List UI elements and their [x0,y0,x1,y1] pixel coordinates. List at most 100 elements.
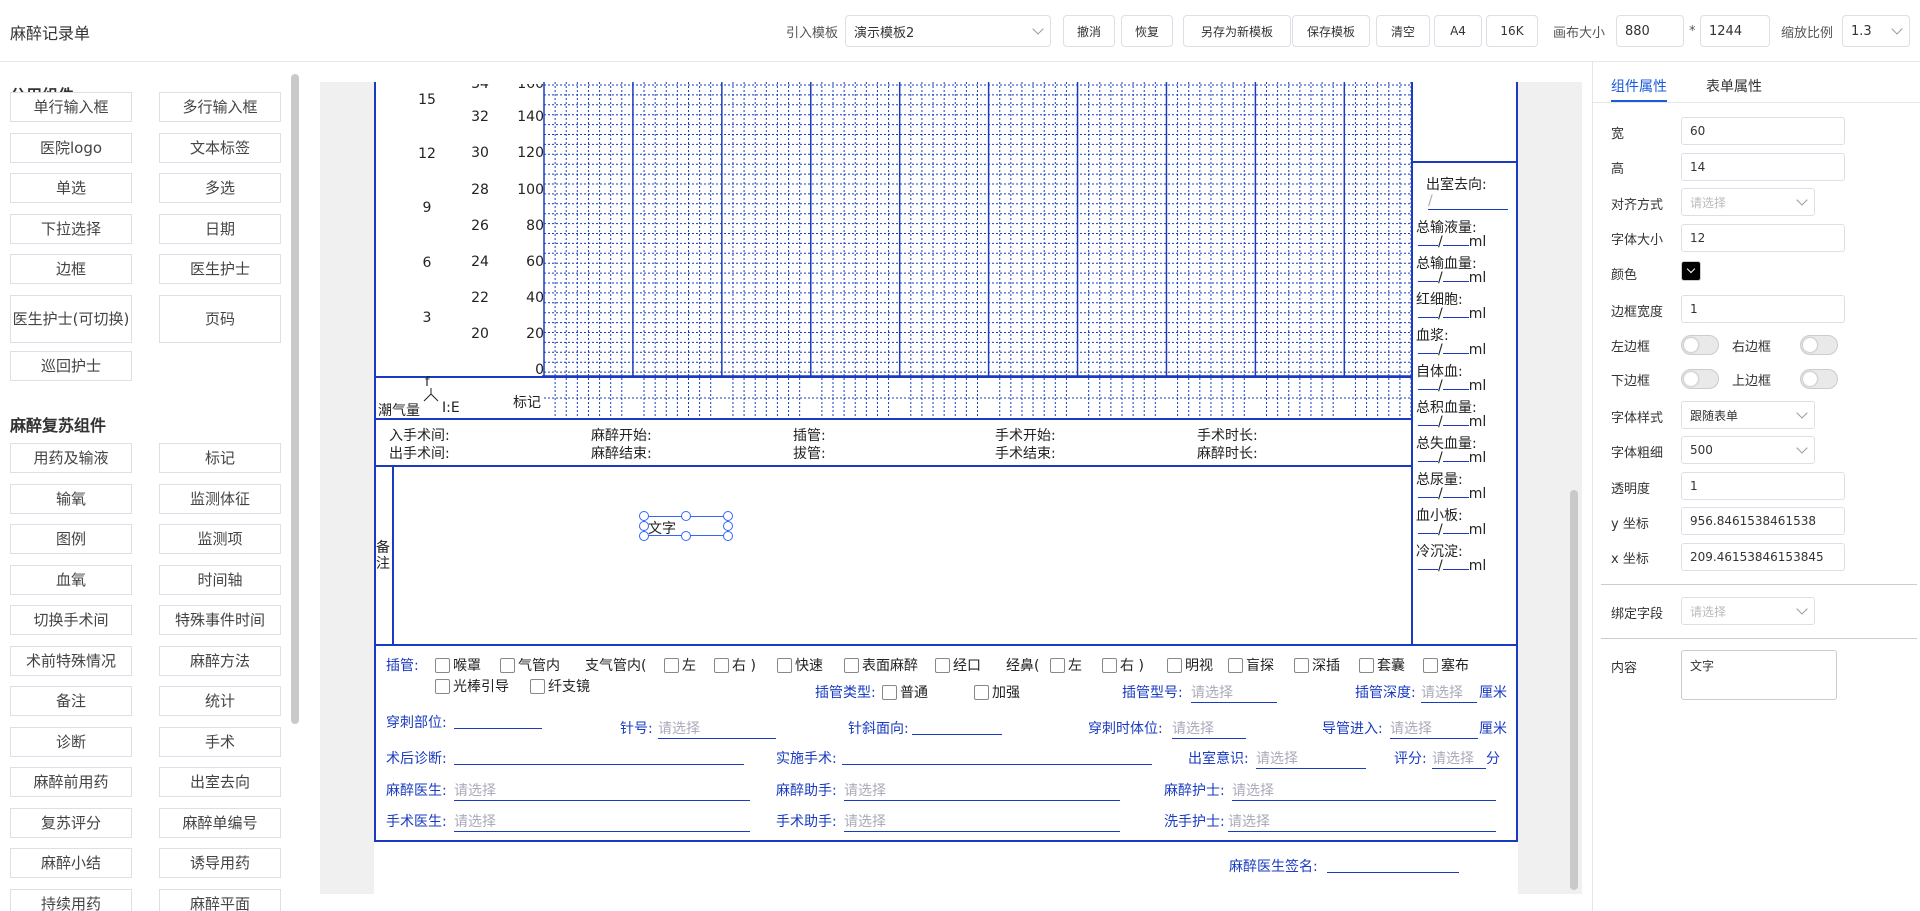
stat-value-a[interactable] [1418,389,1438,390]
template-select[interactable]: 演示模板2 [845,15,1051,47]
stat-value-a[interactable] [1418,281,1438,282]
stat-value-b[interactable] [1442,461,1469,462]
position-select[interactable]: 请选择 [1172,718,1246,739]
height-input[interactable]: 14 [1681,153,1845,181]
type-normal-option[interactable]: 普通 [880,682,928,702]
component-item[interactable]: 诊断 [10,726,132,757]
checkbox[interactable] [974,684,989,700]
save-as-new-template-button[interactable]: 另存为新模板 [1183,15,1291,47]
canvas-width-input[interactable]: 880 [1616,15,1684,47]
stat-value-row[interactable]: / ml [1418,270,1486,286]
stat-value-row[interactable]: / ml [1418,558,1486,574]
intubation-depth-select[interactable]: 请选择 [1421,682,1477,703]
time-field-label[interactable]: 麻醉时长: [1197,443,1258,463]
checkbox[interactable] [1423,657,1438,673]
component-item[interactable]: 统计 [159,686,281,716]
stat-value-b[interactable] [1442,245,1469,246]
score-select[interactable]: 请选择 [1432,748,1486,769]
resize-handle[interactable] [723,521,733,531]
stat-value-a[interactable] [1418,497,1438,498]
resize-handle[interactable] [723,511,733,521]
stat-value-b[interactable] [1442,497,1469,498]
resize-handle[interactable] [639,511,649,521]
stat-value-b[interactable] [1442,389,1469,390]
intubation-option[interactable]: 经口 [933,655,981,675]
bevel-input[interactable] [912,734,1002,735]
stat-value-row[interactable]: / ml [1418,378,1486,394]
time-field-label[interactable]: 手术结束: [995,443,1056,463]
component-item[interactable]: 持续用药 [10,888,132,911]
time-field-label[interactable]: 手术时长: [1197,425,1258,445]
stat-value-row[interactable]: / ml [1418,486,1486,502]
checkbox[interactable] [500,657,515,673]
width-input[interactable]: 60 [1681,117,1845,145]
resize-handle[interactable] [639,531,649,541]
canvas-scrollbar[interactable] [1570,490,1578,890]
component-item[interactable]: 单行输入框 [10,92,132,122]
stat-value-row[interactable]: / ml [1418,522,1486,538]
component-item[interactable]: 图例 [10,524,132,554]
checkbox[interactable] [1167,657,1182,673]
opacity-input[interactable]: 1 [1681,472,1845,500]
scrub-nurse-select[interactable]: 请选择 [1228,811,1496,832]
component-item[interactable]: 切换手术间 [10,605,132,635]
intubation-option[interactable]: 明视 [1165,655,1213,675]
type-reinforced-option[interactable]: 加强 [972,682,1020,702]
intubation-option[interactable]: 经鼻( [1006,655,1039,675]
zoom-select[interactable]: 1.3 [1842,15,1910,47]
intubation-option[interactable]: 套囊 [1357,655,1405,675]
time-field-label[interactable]: 拔管: [793,443,826,463]
component-item[interactable]: 时间轴 [159,564,281,595]
resize-handle[interactable] [723,531,733,541]
stat-value-a[interactable] [1418,461,1438,462]
resize-handle[interactable] [681,511,691,521]
intubation-option[interactable]: 支气管内( [585,655,646,675]
component-item[interactable]: 医生护士 [159,254,281,284]
stat-value-b[interactable] [1442,533,1469,534]
component-item[interactable]: 复苏评分 [10,807,132,838]
stat-value-b[interactable] [1442,425,1469,426]
anes-doctor-select[interactable]: 请选择 [454,780,750,801]
component-item[interactable]: 页码 [159,294,281,343]
stat-value-b[interactable] [1442,353,1469,354]
component-item[interactable]: 监测项 [159,524,281,554]
time-field-label[interactable]: 插管: [793,425,826,445]
postop-diagnosis-input[interactable] [454,764,744,765]
checkbox[interactable] [714,657,729,673]
intubation-option[interactable]: 光棒引导 [433,676,509,696]
time-field-label[interactable]: 手术开始: [995,425,1056,445]
checkbox[interactable] [664,657,679,673]
color-picker[interactable] [1681,261,1701,281]
time-field-label[interactable]: 入手术间: [389,425,450,445]
stat-value-b[interactable] [1442,569,1469,570]
stat-value-a[interactable] [1418,425,1438,426]
intubation-option[interactable]: 左 [1048,655,1082,675]
font-style-select[interactable]: 跟随表单 [1681,401,1815,429]
intubation-option[interactable]: 左 [662,655,696,675]
component-item[interactable]: 多选 [159,173,281,203]
stat-value-a[interactable] [1418,533,1438,534]
surgery-input[interactable] [842,764,1152,765]
component-item[interactable]: 边框 [10,254,132,284]
resize-handle[interactable] [681,531,691,541]
tab-form-properties[interactable]: 表单属性 [1706,76,1762,96]
left-scrollbar[interactable] [291,74,299,724]
font-size-input[interactable]: 12 [1681,224,1845,252]
stat-value-row[interactable]: / ml [1418,414,1486,430]
component-item[interactable]: 麻醉方法 [159,645,281,676]
intubation-model-select[interactable]: 请选择 [1191,682,1277,703]
out-room-value[interactable]: / [1428,193,1508,210]
puncture-site-input[interactable] [454,728,542,729]
stat-value-row[interactable]: / ml [1418,306,1486,322]
component-item[interactable]: 多行输入框 [159,92,281,122]
redo-button[interactable]: 恢复 [1121,15,1173,47]
component-item[interactable]: 麻醉前用药 [10,767,132,797]
component-item[interactable]: 备注 [10,686,132,716]
intubation-option[interactable]: 喉罩 [433,655,481,675]
component-item[interactable]: 麻醉平面 [159,888,281,911]
needle-select[interactable]: 请选择 [658,718,776,739]
checkbox[interactable] [777,657,792,673]
border-width-input[interactable]: 1 [1681,295,1845,323]
y-coordinate-input[interactable]: 956.8461538461538 [1681,507,1845,535]
component-item[interactable]: 下拉选择 [10,213,132,244]
